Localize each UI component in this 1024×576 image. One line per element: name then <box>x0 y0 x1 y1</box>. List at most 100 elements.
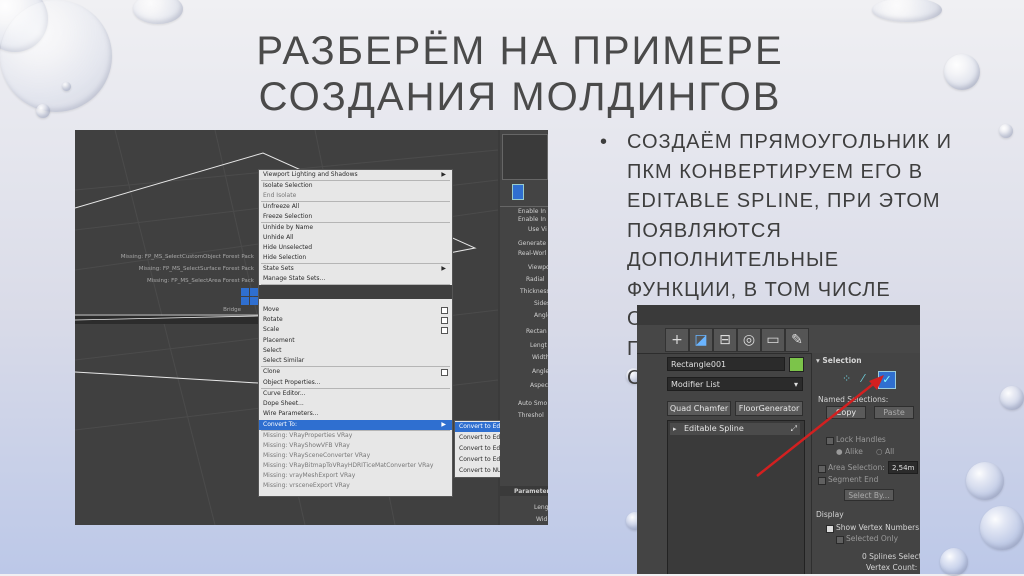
panel-label: Real-Worl <box>518 250 547 257</box>
menu-item[interactable]: Move <box>259 305 452 315</box>
panel-label: Width <box>532 354 548 361</box>
menu-item[interactable]: Object Properties... <box>259 378 452 388</box>
panel-label: Threshol <box>518 412 544 419</box>
menu-item[interactable]: Freeze Selection <box>259 212 452 222</box>
water-drop <box>966 462 1004 500</box>
menu-item[interactable]: Rotate <box>259 315 452 325</box>
menu-item[interactable]: Missing: VRayBitmapToVRayHDRITiceMatConv… <box>259 461 452 471</box>
menu-item[interactable]: Hide Selection <box>259 253 452 263</box>
menu-item-label: Unhide All <box>263 234 294 241</box>
menu-item[interactable]: Viewport Lighting and Shadows ▶ <box>259 170 452 180</box>
panel-label: Thickness <box>520 288 548 295</box>
menu-item[interactable]: State Sets ▶ <box>259 264 452 274</box>
water-drop <box>62 82 71 91</box>
water-drop <box>0 0 112 112</box>
menu-item[interactable]: Scale <box>259 325 452 335</box>
menu-item[interactable]: Missing: VRaySceneConverter VRay <box>259 451 452 461</box>
menu-item[interactable]: Missing: VRayProperties VRay <box>259 431 452 441</box>
menu-item-label: Wire Parameters... <box>263 410 319 417</box>
quad-label: Missing: FP_MS_SelectArea Forest Pack <box>147 278 254 284</box>
menu-item-label: Manage State Sets... <box>263 275 326 282</box>
menu-item-label: Isolate Selection <box>263 182 313 189</box>
panel-label: Parameter <box>514 488 548 495</box>
water-drop <box>980 506 1024 550</box>
settings-box-icon[interactable] <box>441 369 448 376</box>
menu-item-label: Viewport Lighting and Shadows <box>263 171 358 178</box>
submenu-arrow-icon: ▶ <box>441 265 446 272</box>
menu-item-label: Select Similar <box>263 357 305 364</box>
panel-label: Auto Smo <box>518 400 548 407</box>
menu-item-label: Move <box>263 306 280 313</box>
panel-label: Enable In <box>518 208 546 215</box>
screenshot-modify-panel: + ◪ ⊟ ◎ ▭ ✎ Rectangle001 Modifier List ▾ … <box>637 305 920 574</box>
menu-item-convert-to[interactable]: Convert To: ▶ <box>259 420 452 430</box>
menu-item[interactable]: Missing: vrayMeshExport VRay <box>259 471 452 481</box>
menu-item[interactable]: Curve Editor... <box>259 389 452 399</box>
water-drop <box>133 0 183 24</box>
menu-item[interactable]: Missing: vrsceneExport VRay <box>259 481 452 491</box>
panel-label: Viewport <box>528 264 548 271</box>
menu-item[interactable]: Clone <box>259 367 452 377</box>
menu-item-label: Unhide by Name <box>263 224 314 231</box>
menu-item[interactable]: Manage State Sets... <box>259 274 452 284</box>
viewport[interactable]: Missing: FP_MS_SelectCustomObject Forest… <box>75 130 498 525</box>
panel-mode-icon[interactable] <box>512 184 524 200</box>
context-menu: Viewport Lighting and Shadows ▶ Isolate S… <box>258 169 453 497</box>
water-drop <box>872 0 942 22</box>
menu-item-label: Select <box>263 347 282 354</box>
settings-box-icon[interactable] <box>441 327 448 334</box>
menu-item[interactable]: Unhide by Name <box>259 223 452 233</box>
quad-label: Missing: FP_MS_SelectSurface Forest Pack <box>138 266 254 272</box>
water-drop <box>999 124 1013 138</box>
submenu-arrow-icon: ▶ <box>441 171 446 178</box>
panel-divider <box>500 206 548 207</box>
menu-item-label: Hide Unselected <box>263 244 313 251</box>
menu-item-label: Missing: VRayBitmapToVRayHDRITiceMatConv… <box>263 462 434 469</box>
water-drop <box>36 104 50 118</box>
panel-label: Wid <box>536 516 548 523</box>
menu-item-label: End Isolate <box>263 192 297 199</box>
menu-item[interactable]: Unhide All <box>259 233 452 243</box>
menu-item[interactable]: Dope Sheet... <box>259 399 452 409</box>
screenshot-context-menu: Missing: FP_MS_SelectCustomObject Forest… <box>75 130 548 525</box>
menu-item-label: Rotate <box>263 316 283 323</box>
menu-item[interactable]: Placement <box>259 336 452 346</box>
settings-box-icon[interactable] <box>441 317 448 324</box>
panel-label: Rectan <box>526 328 547 335</box>
menu-item[interactable]: Missing: VRayShowVFB VRay <box>259 441 452 451</box>
menu-item-label: Clone <box>263 368 281 375</box>
panel-label: Angle <box>534 312 548 319</box>
menu-item-label: State Sets <box>263 265 294 272</box>
menu-item[interactable]: Hide Unselected <box>259 243 452 253</box>
panel-label: Radial <box>526 276 545 283</box>
menu-item-label: Object Properties... <box>263 379 321 386</box>
slide-title: РАЗБЕРЁМ НА ПРИМЕРЕ СОЗДАНИЯ МОЛДИНГОВ <box>256 29 784 119</box>
menu-item-label: Missing: VRayShowVFB VRay <box>263 442 350 449</box>
panel-label: Sides <box>534 300 548 307</box>
menu-item-label: Missing: VRayProperties VRay <box>263 432 353 439</box>
menu-item-label: Curve Editor... <box>263 390 306 397</box>
menu-item[interactable]: Unfreeze All <box>259 202 452 212</box>
menu-item-label: Missing: vrayMeshExport VRay <box>263 472 356 479</box>
panel-label: Generate <box>518 240 547 247</box>
panel-label: Lengt <box>530 342 547 349</box>
panel-label: Enable In <box>518 216 546 223</box>
bullet-marker: • <box>600 131 609 153</box>
menu-item-label: Freeze Selection <box>263 213 313 220</box>
quad-label: Missing: FP_MS_SelectCustomObject Forest… <box>120 254 254 260</box>
menu-item[interactable]: Select <box>259 346 452 356</box>
menu-item-label: Dope Sheet... <box>263 400 304 407</box>
water-drop <box>940 548 968 576</box>
menu-item[interactable]: Isolate Selection <box>259 181 452 191</box>
menu-item-label: Missing: vrsceneExport VRay <box>263 482 350 489</box>
command-panel: Enable In Enable In Use Vi Generate Real… <box>500 130 548 525</box>
panel-label: Aspec <box>530 382 548 389</box>
water-drop <box>944 54 980 90</box>
submenu-arrow-icon: ▶ <box>441 421 446 428</box>
settings-box-icon[interactable] <box>441 307 448 314</box>
panel-label: Angle <box>532 368 548 375</box>
menu-item[interactable]: End Isolate <box>259 191 452 201</box>
panel-viewport-thumb <box>502 134 548 180</box>
menu-item[interactable]: Select Similar <box>259 356 452 366</box>
menu-item[interactable]: Wire Parameters... <box>259 409 452 419</box>
